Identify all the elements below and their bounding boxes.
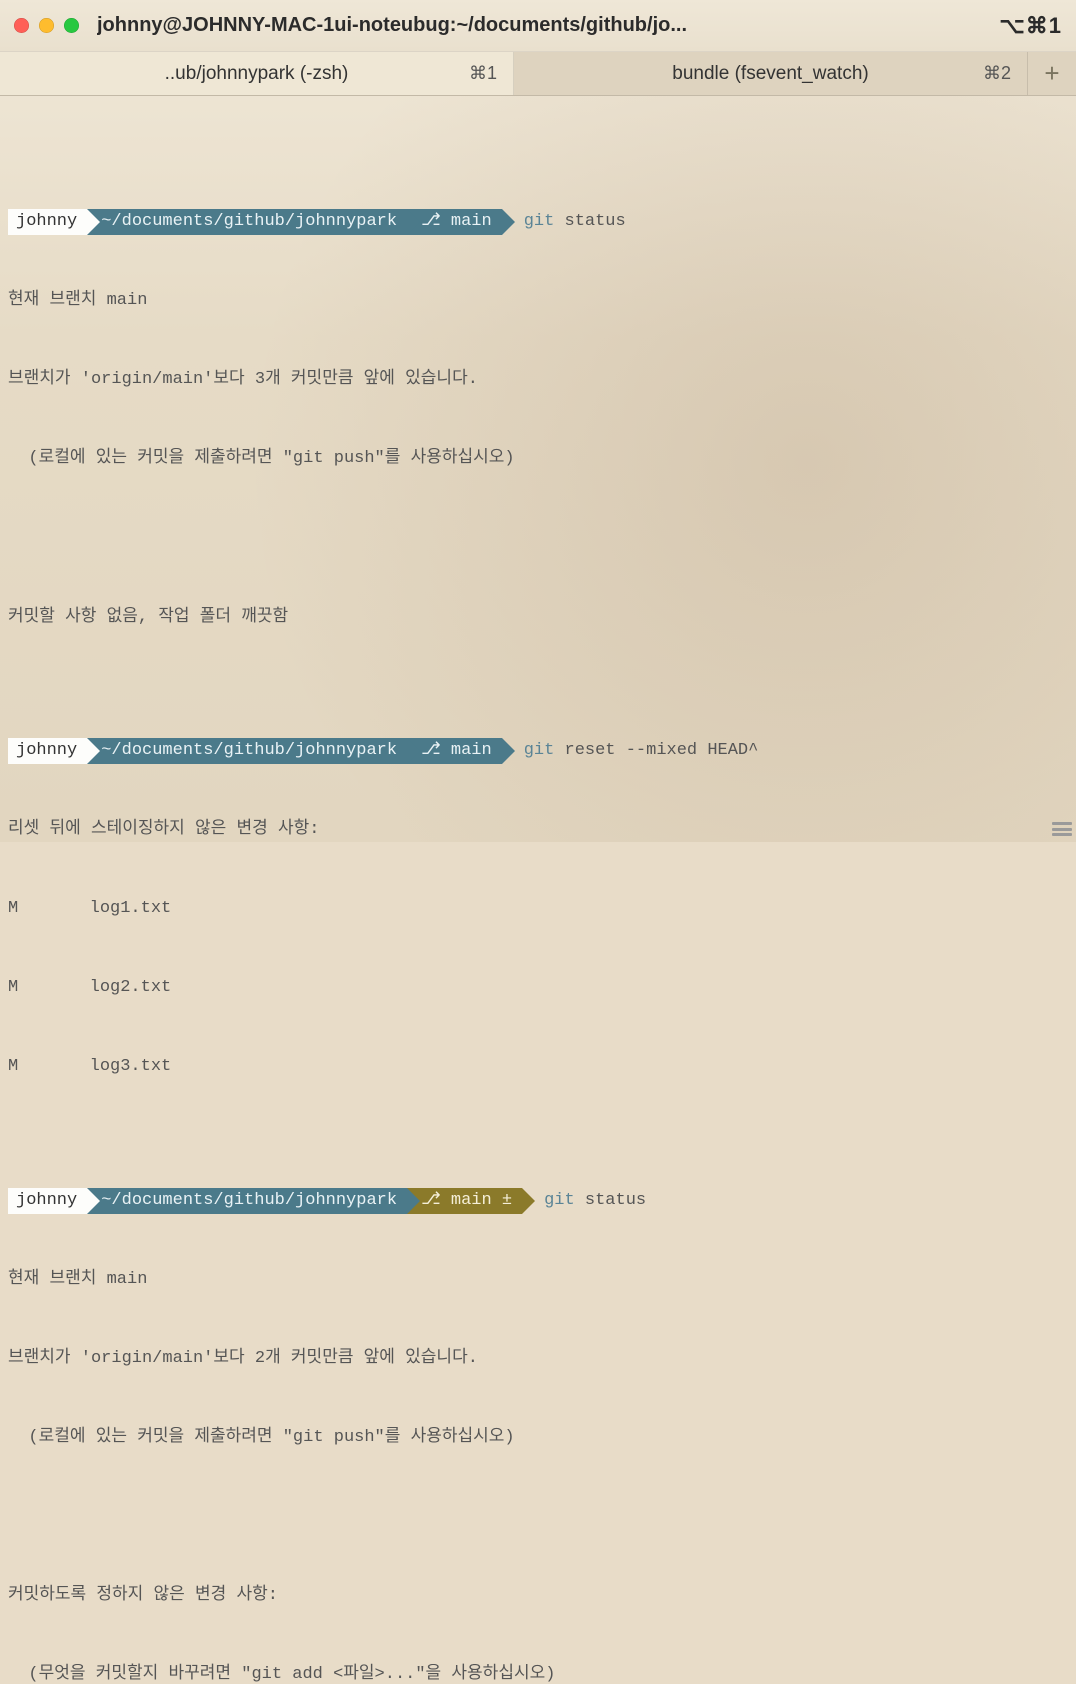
tab-label: bundle (fsevent_watch) — [672, 63, 868, 85]
command: git reset --mixed HEAD^ — [524, 738, 759, 764]
output-line: M log3.txt — [8, 1054, 1068, 1080]
output-line: 브랜치가 'origin/main'보다 2개 커밋만큼 앞에 있습니다. — [8, 1346, 1068, 1372]
output-line: 현재 브랜치 main — [8, 288, 1068, 314]
window-titlebar: johnny@JOHNNY-MAC-1ui-noteubug:~/documen… — [0, 0, 1076, 52]
git-keyword: git — [524, 212, 555, 231]
command: git status — [544, 1188, 646, 1214]
output-line: (로컬에 있는 커밋을 제출하려면 "git push"를 사용하십시오) — [8, 446, 1068, 472]
prompt-line: johnny ~/documents/github/johnnypark ⎇ m… — [8, 209, 1068, 235]
command-args: status — [575, 1191, 646, 1210]
output-line: M log2.txt — [8, 975, 1068, 1001]
minimize-window-button[interactable] — [39, 18, 54, 33]
window-title: johnny@JOHNNY-MAC-1ui-noteubug:~/documen… — [97, 14, 999, 37]
prompt-line: johnny ~/documents/github/johnnypark ⎇ m… — [8, 738, 1068, 764]
command: git status — [524, 209, 626, 235]
git-keyword: git — [524, 741, 555, 760]
output-line: 커밋할 사항 없음, 작업 폴더 깨끗함 — [8, 605, 1068, 631]
tab-shortcut: ⌘1 — [469, 63, 497, 84]
output-line: 리셋 뒤에 스테이징하지 않은 변경 사항: — [8, 817, 1068, 843]
tab-bar: ..ub/johnnypark (-zsh) ⌘1 bundle (fseven… — [0, 52, 1076, 96]
terminal-content[interactable]: johnny ~/documents/github/johnnypark ⎇ m… — [0, 96, 1076, 1684]
command-args: status — [554, 212, 625, 231]
scroll-indicator-icon — [1052, 822, 1072, 836]
tab-label: ..ub/johnnypark (-zsh) — [165, 63, 349, 85]
zoom-window-button[interactable] — [64, 18, 79, 33]
output-line: 브랜치가 'origin/main'보다 3개 커밋만큼 앞에 있습니다. — [8, 367, 1068, 393]
output-line: (로컬에 있는 커밋을 제출하려면 "git push"를 사용하십시오) — [8, 1425, 1068, 1451]
tab-shortcut: ⌘2 — [983, 63, 1011, 84]
tab-1[interactable]: ..ub/johnnypark (-zsh) ⌘1 — [0, 52, 514, 95]
prompt-path: ~/documents/github/johnnypark — [87, 209, 407, 235]
output-line: (무엇을 커밋할지 바꾸려면 "git add <파일>..."을 사용하십시오… — [8, 1662, 1068, 1684]
new-tab-button[interactable]: + — [1028, 52, 1076, 95]
output-line: 현재 브랜치 main — [8, 1267, 1068, 1293]
tab-2[interactable]: bundle (fsevent_watch) ⌘2 — [514, 52, 1028, 95]
prompt-line: johnny ~/documents/github/johnnypark ⎇ m… — [8, 1188, 1068, 1214]
prompt-path: ~/documents/github/johnnypark — [87, 1188, 407, 1214]
prompt-user: johnny — [8, 738, 87, 764]
command-args: reset --mixed HEAD^ — [554, 741, 758, 760]
prompt-user: johnny — [8, 209, 87, 235]
output-line: M log1.txt — [8, 896, 1068, 922]
prompt-path: ~/documents/github/johnnypark — [87, 738, 407, 764]
window-shortcut-label: ⌥⌘1 — [999, 13, 1062, 39]
prompt-user: johnny — [8, 1188, 87, 1214]
prompt-branch: ⎇ main — [407, 738, 502, 764]
output-blank — [8, 526, 1068, 552]
prompt-branch-dirty: ⎇ main ± — [407, 1188, 522, 1214]
prompt-branch: ⎇ main — [407, 209, 502, 235]
output-line: 커밋하도록 정하지 않은 변경 사항: — [8, 1583, 1068, 1609]
close-window-button[interactable] — [14, 18, 29, 33]
traffic-lights — [14, 18, 79, 33]
output-blank — [8, 1504, 1068, 1530]
git-keyword: git — [544, 1191, 575, 1210]
